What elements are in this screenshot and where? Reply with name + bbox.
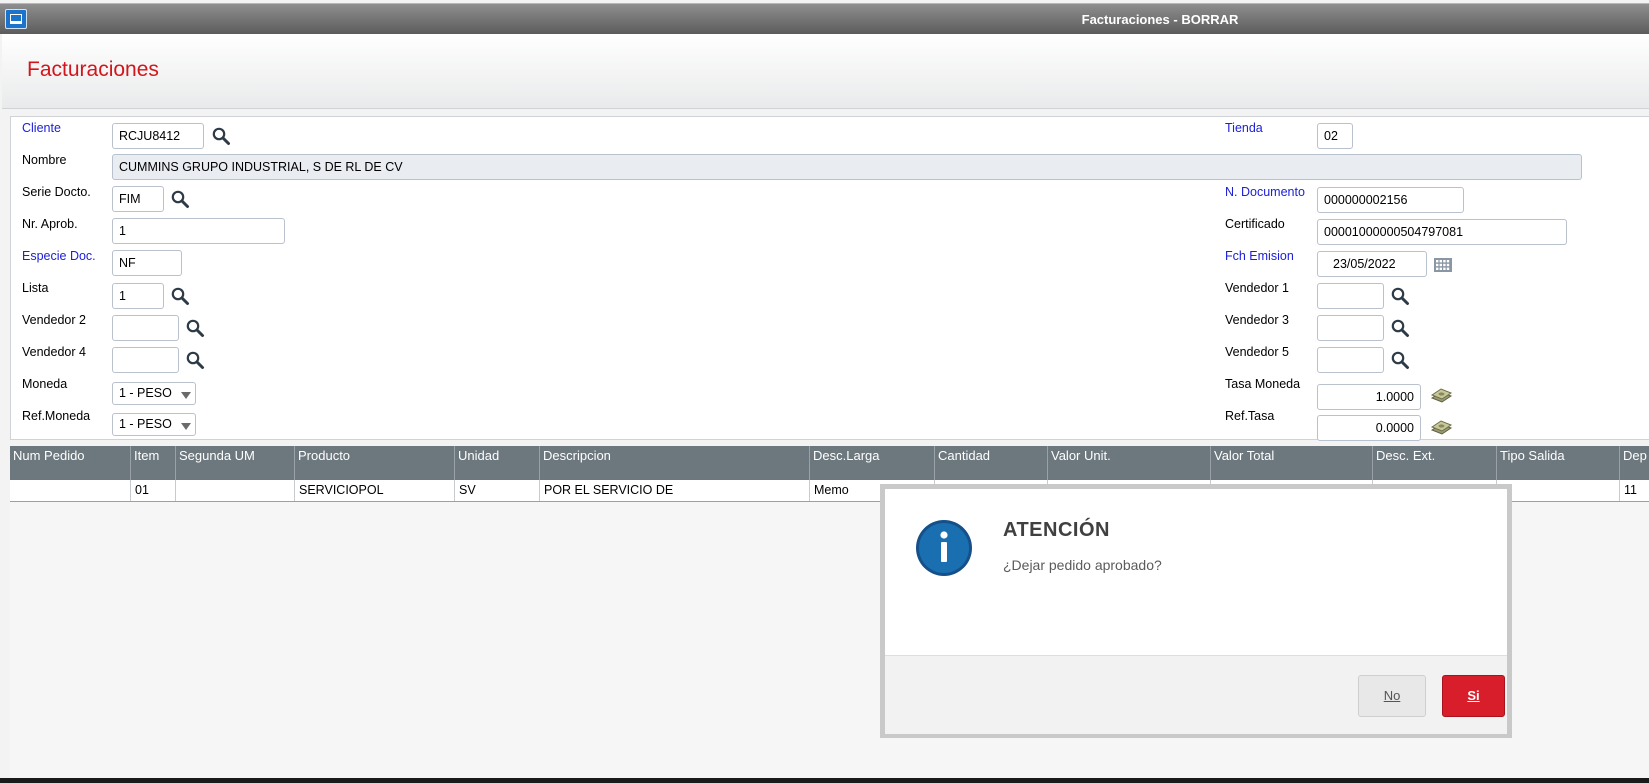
cliente-search-icon[interactable] — [211, 126, 231, 146]
items-grid-header: Num Pedido Item Segunda UM Producto Unid… — [10, 446, 1649, 480]
column-header-unidad[interactable]: Unidad — [454, 446, 539, 480]
column-header-desc-larga[interactable]: Desc.Larga — [809, 446, 934, 480]
dialog-footer: No Si — [885, 655, 1507, 734]
column-header-descripcion[interactable]: Descripcion — [539, 446, 809, 480]
title-bar: Facturaciones - BORRAR — [0, 3, 1649, 34]
ndocumento-field[interactable]: 000000002156 — [1317, 187, 1464, 213]
invoice-form: Cliente RCJU8412 Nombre CUMMINS GRUPO IN… — [10, 116, 1649, 441]
vendedor2-search-icon[interactable] — [185, 318, 205, 338]
lista-field[interactable]: 1 — [112, 283, 164, 309]
confirm-dialog: ATENCIÓN ¿Dejar pedido aprobado? No Si — [880, 484, 1512, 738]
ref-tasa-field[interactable]: 0.0000 — [1317, 415, 1421, 441]
lista-search-icon[interactable] — [170, 286, 190, 306]
column-header-valor-total[interactable]: Valor Total — [1210, 446, 1372, 480]
refmoneda-value: 1 - PESO — [119, 417, 172, 431]
dialog-message: ¿Dejar pedido aprobado? — [1003, 557, 1162, 573]
serie-label: Serie Docto. — [22, 185, 91, 199]
app-window: Facturaciones - BORRAR Facturaciones Cli… — [0, 0, 1649, 778]
column-header-segunda-um[interactable]: Segunda UM — [175, 446, 294, 480]
column-header-producto[interactable]: Producto — [294, 446, 454, 480]
cliente-label: Cliente — [22, 121, 61, 135]
refmoneda-dropdown-arrow-icon[interactable] — [181, 423, 191, 430]
cell-tipo-salida: 1 — [1496, 480, 1619, 501]
vendedor3-label: Vendedor 3 — [1225, 313, 1289, 327]
moneda-value: 1 - PESO — [119, 386, 172, 400]
refmoneda-select[interactable]: 1 - PESO — [112, 413, 196, 436]
nombre-label: Nombre — [22, 153, 67, 167]
page-title: Facturaciones — [27, 58, 159, 81]
cell-producto: SERVICIOPOL — [294, 480, 454, 501]
fch-emision-label: Fch Emision — [1225, 249, 1294, 263]
page-header: Facturaciones — [2, 34, 1649, 109]
ref-tasa-label: Ref.Tasa — [1225, 409, 1275, 423]
especie-label: Especie Doc. — [22, 249, 96, 263]
aprob-label: Nr. Aprob. — [22, 217, 78, 231]
vendedor5-field[interactable] — [1317, 347, 1384, 373]
info-icon — [916, 520, 972, 576]
vendedor3-search-icon[interactable] — [1390, 318, 1410, 338]
bottom-border — [0, 778, 1649, 783]
certificado-label: Certificado — [1225, 217, 1285, 231]
column-header-num-pedido[interactable]: Num Pedido — [10, 446, 130, 480]
vendedor4-field[interactable] — [112, 347, 179, 373]
fch-emision-field[interactable]: 23/05/2022 — [1317, 251, 1427, 277]
no-button[interactable]: No — [1358, 675, 1426, 717]
column-header-tipo-salida[interactable]: Tipo Salida — [1496, 446, 1619, 480]
serie-field[interactable]: FIM — [112, 186, 164, 212]
column-header-valor-unit[interactable]: Valor Unit. — [1047, 446, 1210, 480]
refmoneda-label: Ref.Moneda — [22, 409, 91, 423]
tasa-currency-icon[interactable] — [1429, 385, 1453, 405]
vendedor5-search-icon[interactable] — [1390, 350, 1410, 370]
lista-label: Lista — [22, 281, 49, 295]
moneda-dropdown-arrow-icon[interactable] — [181, 392, 191, 399]
ref-tasa-currency-icon[interactable] — [1429, 417, 1453, 437]
tienda-label: Tienda — [1225, 121, 1263, 135]
si-button[interactable]: Si — [1442, 675, 1505, 717]
column-header-item[interactable]: Item — [130, 446, 175, 480]
vendedor1-label: Vendedor 1 — [1225, 281, 1289, 295]
vendedor3-field[interactable] — [1317, 315, 1384, 341]
dialog-title: ATENCIÓN — [1003, 519, 1110, 541]
certificado-field[interactable]: 00001000000504797081 — [1317, 219, 1567, 245]
window-title: Facturaciones - BORRAR — [1081, 12, 1239, 27]
nombre-field[interactable]: CUMMINS GRUPO INDUSTRIAL, S DE RL DE CV — [112, 154, 1582, 180]
column-header-dep[interactable]: Dep — [1619, 446, 1649, 480]
tienda-field[interactable]: 02 — [1317, 123, 1353, 149]
ndocumento-label: N. Documento — [1225, 185, 1305, 199]
column-header-cantidad[interactable]: Cantidad — [934, 446, 1047, 480]
especie-field[interactable]: NF — [112, 250, 182, 276]
vendedor1-search-icon[interactable] — [1390, 286, 1410, 306]
cell-item: 01 — [130, 480, 175, 501]
dialog-body: ATENCIÓN ¿Dejar pedido aprobado? No Si — [885, 489, 1507, 734]
column-header-desc-ext[interactable]: Desc. Ext. — [1372, 446, 1496, 480]
cell-segunda-um — [175, 480, 294, 501]
vendedor5-label: Vendedor 5 — [1225, 345, 1289, 359]
tasa-moneda-label: Tasa Moneda — [1225, 377, 1301, 391]
vendedor4-search-icon[interactable] — [185, 350, 205, 370]
calendar-icon[interactable] — [1433, 255, 1453, 275]
moneda-label: Moneda — [22, 377, 68, 391]
window-app-icon — [5, 9, 27, 29]
moneda-select[interactable]: 1 - PESO — [112, 382, 196, 405]
aprob-field[interactable]: 1 — [112, 218, 285, 244]
cell-unidad: SV — [454, 480, 539, 501]
vendedor2-field[interactable] — [112, 315, 179, 341]
vendedor2-label: Vendedor 2 — [22, 313, 86, 327]
cliente-field[interactable]: RCJU8412 — [112, 123, 204, 149]
vendedor1-field[interactable] — [1317, 283, 1384, 309]
vendedor4-label: Vendedor 4 — [22, 345, 86, 359]
cell-dep: 11 — [1619, 480, 1649, 501]
cell-descripcion: POR EL SERVICIO DE — [539, 480, 809, 501]
serie-search-icon[interactable] — [170, 189, 190, 209]
tasa-moneda-field[interactable]: 1.0000 — [1317, 384, 1421, 410]
cell-num-pedido — [10, 480, 130, 501]
